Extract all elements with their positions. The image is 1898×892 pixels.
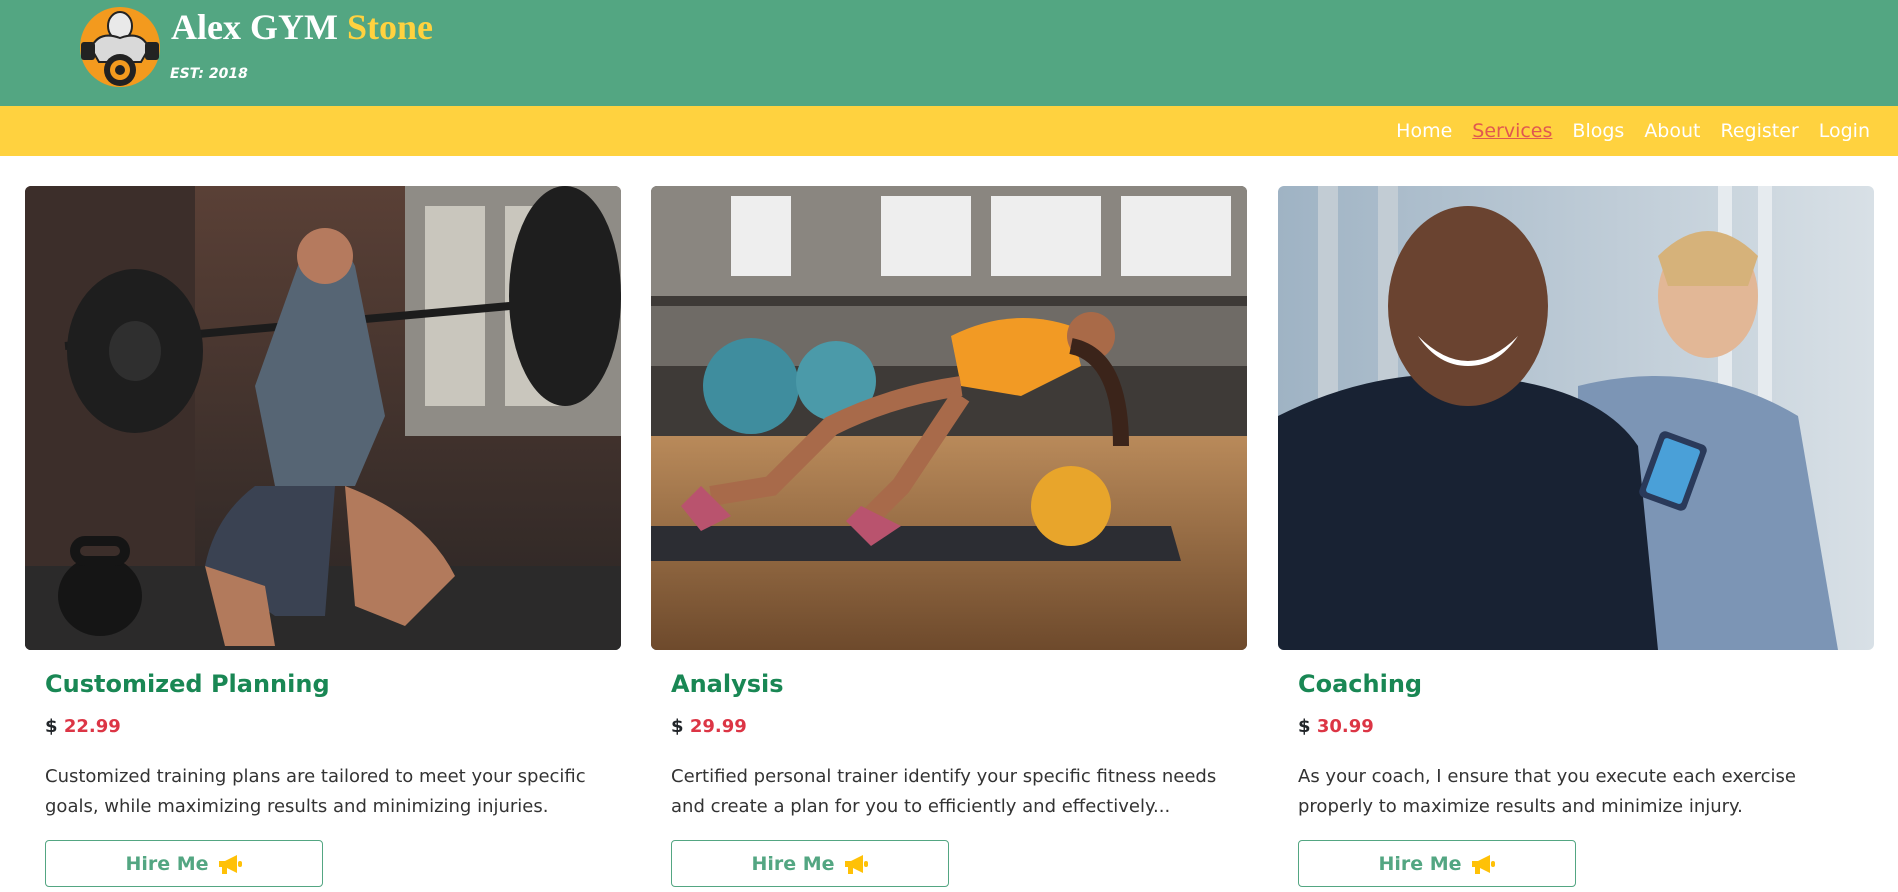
hire-me-label: Hire Me bbox=[1378, 852, 1462, 875]
nav-link-about[interactable]: About bbox=[1644, 120, 1700, 142]
nav-link-home[interactable]: Home bbox=[1396, 120, 1452, 142]
price-currency: $ bbox=[1298, 716, 1311, 737]
gym-logo[interactable] bbox=[79, 4, 161, 90]
brand-main-text: Alex GYM bbox=[171, 7, 338, 47]
nav-link-services[interactable]: Services bbox=[1472, 120, 1552, 142]
megaphone-icon bbox=[1471, 854, 1495, 874]
service-title: Customized Planning bbox=[45, 670, 330, 698]
price-currency: $ bbox=[671, 716, 684, 737]
nav-item-services: Services bbox=[1472, 120, 1552, 142]
brand-accent-text: Stone bbox=[346, 7, 433, 47]
price-amount: 22.99 bbox=[63, 716, 121, 737]
hire-me-label: Hire Me bbox=[125, 852, 209, 875]
nav-item-blogs: Blogs bbox=[1572, 120, 1624, 142]
nav-item-about: About bbox=[1644, 120, 1700, 142]
service-photo-workout bbox=[651, 186, 1247, 650]
hire-me-button[interactable]: Hire Me bbox=[45, 840, 323, 887]
service-photo-coach bbox=[1278, 186, 1874, 650]
established-year: EST: 2018 bbox=[170, 66, 248, 82]
nav-link-register[interactable]: Register bbox=[1721, 120, 1799, 142]
service-card-analysis: Analysis $ 29.99 Certified personal trai… bbox=[651, 186, 1247, 892]
nav-item-register: Register bbox=[1721, 120, 1799, 142]
service-description: Certified personal trainer identify your… bbox=[671, 766, 1217, 817]
price-currency: $ bbox=[45, 716, 58, 737]
megaphone-icon bbox=[218, 854, 242, 874]
nav-item-login: Login bbox=[1819, 120, 1870, 142]
nav-link-login[interactable]: Login bbox=[1819, 120, 1870, 142]
service-title: Coaching bbox=[1298, 670, 1423, 698]
main-navbar: Home Services Blogs About Register Login bbox=[0, 106, 1898, 156]
hire-me-label: Hire Me bbox=[751, 852, 835, 875]
service-photo-squat bbox=[25, 186, 621, 650]
nav-links: Home Services Blogs About Register Login bbox=[1396, 106, 1870, 156]
service-price: $ 22.99 bbox=[45, 716, 121, 737]
service-description: Customized training plans are tailored t… bbox=[45, 766, 586, 817]
service-title: Analysis bbox=[671, 670, 784, 698]
service-price: $ 29.99 bbox=[671, 716, 747, 737]
service-card-coaching: Coaching $ 30.99 As your coach, I ensure… bbox=[1278, 186, 1874, 892]
price-amount: 29.99 bbox=[689, 716, 747, 737]
nav-link-blogs[interactable]: Blogs bbox=[1572, 120, 1624, 142]
price-amount: 30.99 bbox=[1316, 716, 1374, 737]
service-price: $ 30.99 bbox=[1298, 716, 1374, 737]
service-card-customized-planning: Customized Planning $ 22.99 Customized t… bbox=[25, 186, 621, 892]
hire-me-button[interactable]: Hire Me bbox=[671, 840, 949, 887]
megaphone-icon bbox=[844, 854, 868, 874]
service-description: As your coach, I ensure that you execute… bbox=[1298, 766, 1796, 817]
site-header: Alex GYM Stone EST: 2018 bbox=[0, 0, 1898, 106]
hire-me-button[interactable]: Hire Me bbox=[1298, 840, 1576, 887]
brand-name[interactable]: Alex GYM Stone bbox=[171, 4, 433, 50]
nav-item-home: Home bbox=[1396, 120, 1452, 142]
